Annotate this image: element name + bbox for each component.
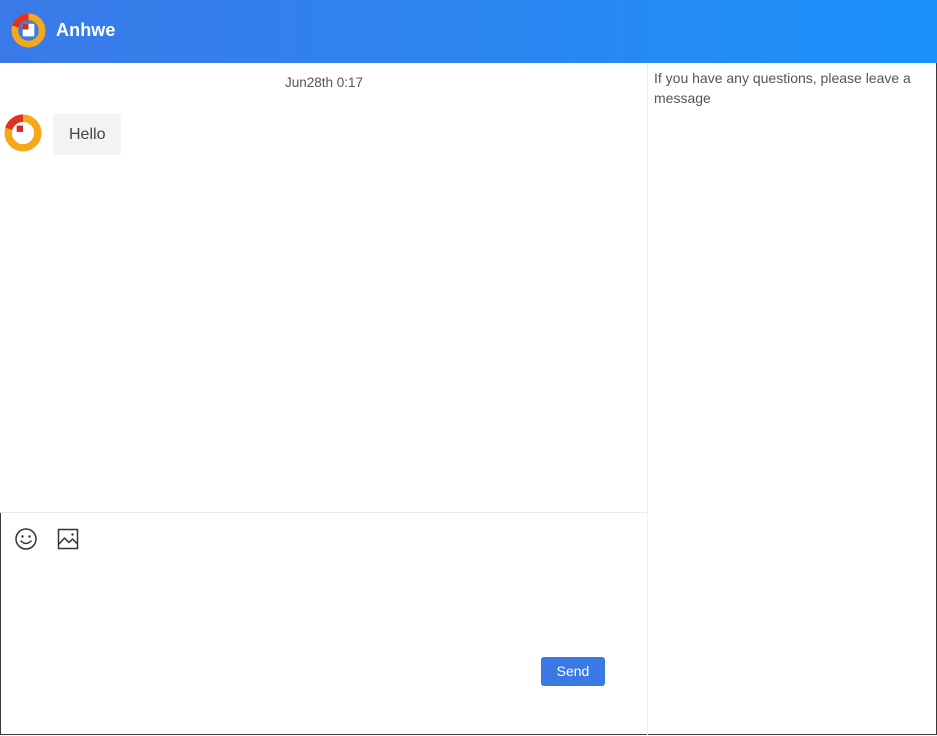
leave-message-notice: If you have any questions, please leave … [654, 70, 911, 106]
anhwe-logo-icon [11, 13, 46, 48]
agent-avatar-icon [4, 114, 42, 152]
message-bubble: Hello [53, 114, 122, 155]
send-button[interactable]: Send [541, 657, 605, 686]
composer-toolbar [0, 513, 648, 565]
image-icon[interactable] [56, 527, 80, 551]
side-panel: If you have any questions, please leave … [648, 63, 935, 734]
chat-area[interactable]: Jun28th 0:17 Hello [0, 63, 648, 512]
message-input[interactable] [10, 568, 642, 650]
message-timestamp: Jun28th 0:17 [284, 75, 364, 90]
brand-name: Anhwe [56, 20, 116, 40]
smiley-face-icon[interactable] [14, 527, 38, 551]
header-bar: Anhwe [0, 0, 937, 63]
